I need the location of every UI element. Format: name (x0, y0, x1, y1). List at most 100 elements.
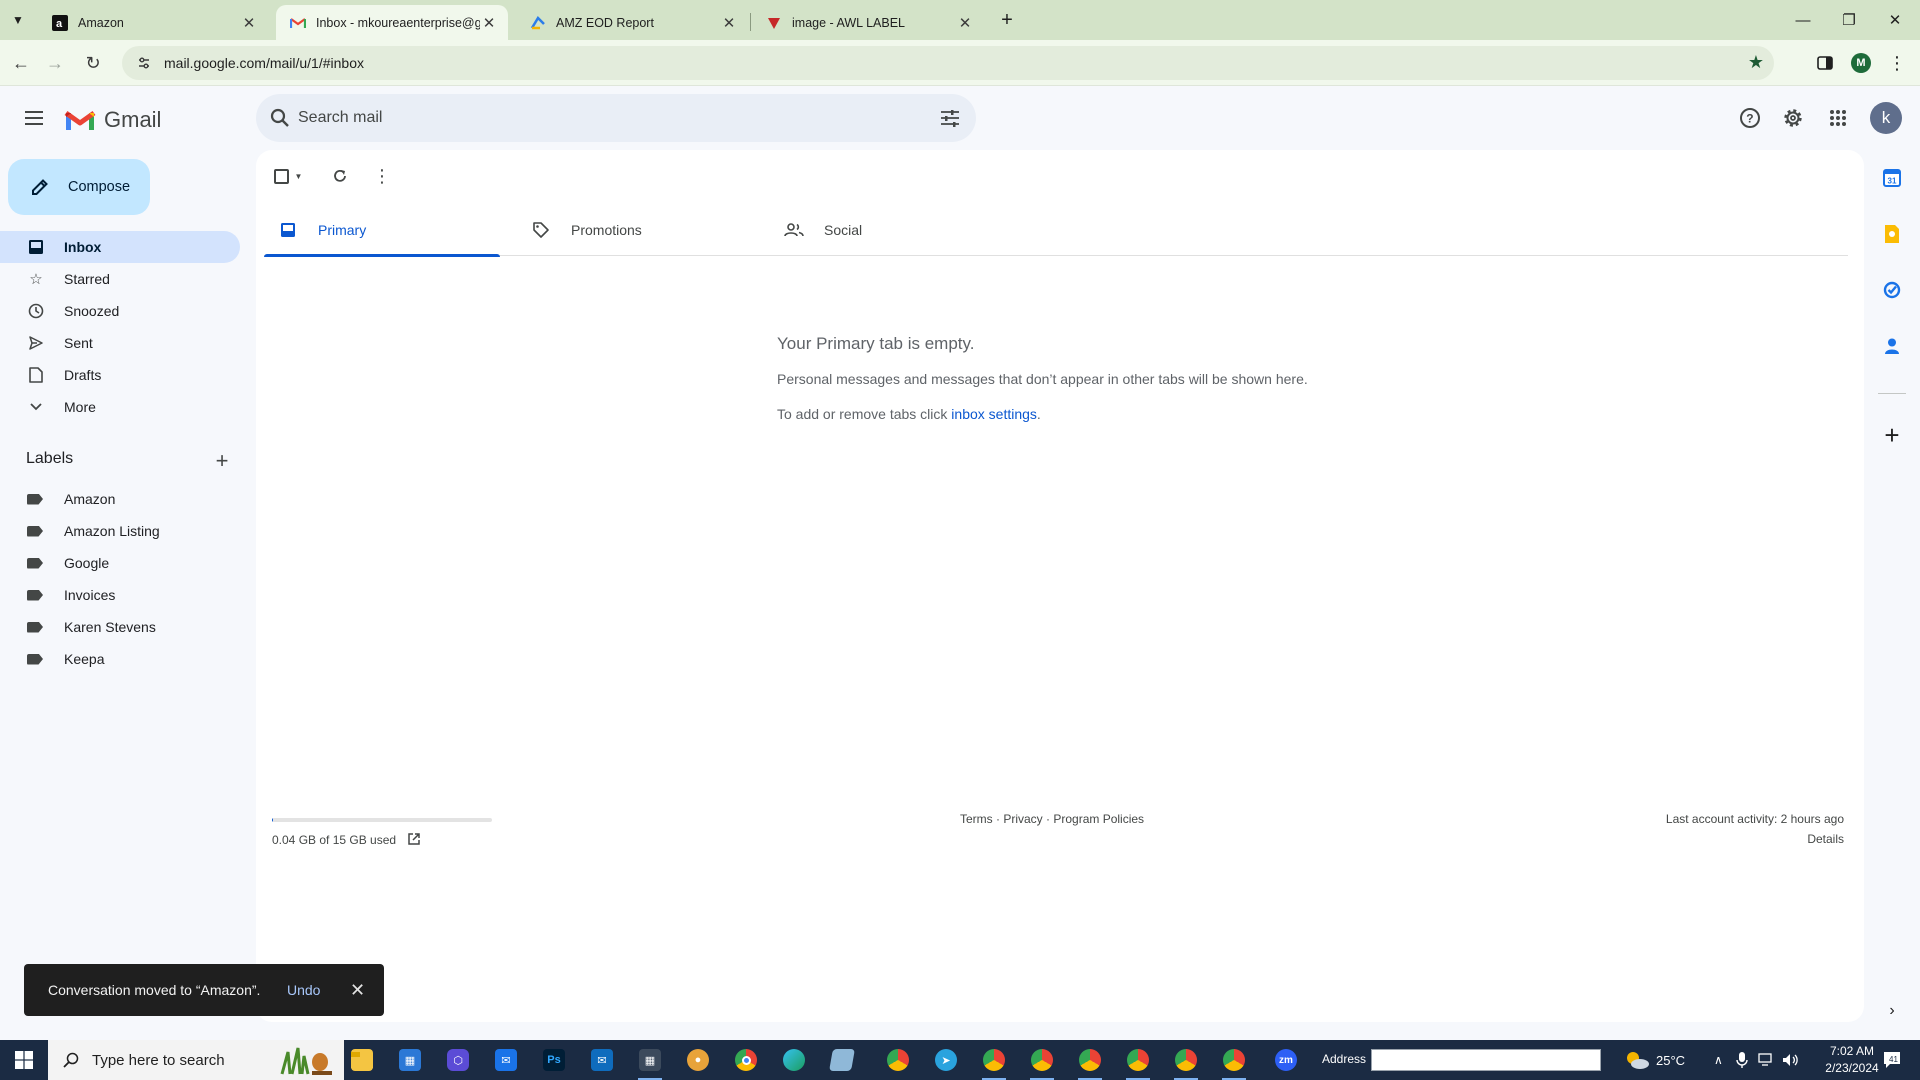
search-options-icon[interactable] (938, 106, 962, 130)
refresh-icon[interactable] (326, 162, 354, 190)
details-link[interactable]: Details (1807, 832, 1844, 846)
bookmark-star-icon[interactable]: ★ (1748, 52, 1764, 73)
new-tab-plus-icon[interactable]: + (995, 8, 1019, 32)
more-actions-icon[interactable]: ⋮ (368, 162, 396, 190)
close-tab-icon[interactable]: ✕ (240, 14, 258, 32)
sidebar-item-more[interactable]: More (0, 391, 240, 423)
chrome-profile-m-icon[interactable] (1070, 1044, 1110, 1080)
help-icon[interactable]: ? (1736, 104, 1764, 132)
calendar-icon[interactable]: 31 (1878, 164, 1906, 192)
chrome-icon[interactable] (726, 1044, 766, 1076)
reload-icon[interactable]: ↻ (80, 50, 106, 76)
taskbar-search-box[interactable]: Type here to search (48, 1040, 344, 1080)
search-icon[interactable] (268, 106, 292, 130)
keep-icon[interactable] (1878, 220, 1906, 248)
create-label-plus-icon[interactable]: + (210, 448, 234, 473)
notification-center-icon[interactable]: 41 (1882, 1040, 1904, 1080)
restore-icon[interactable]: ❐ (1826, 0, 1872, 40)
tasks-icon[interactable] (1878, 276, 1906, 304)
tab-promotions[interactable]: Promotions (517, 204, 753, 256)
microsoft-store-icon[interactable]: ▦ (390, 1044, 430, 1076)
close-tab-icon[interactable]: ✕ (956, 14, 974, 32)
terms-link[interactable]: Terms (960, 812, 993, 826)
sidebar-item-starred[interactable]: ☆ Starred (0, 263, 240, 295)
undo-button[interactable]: Undo (287, 982, 320, 998)
label-name: Amazon Listing (64, 523, 160, 539)
gmail-logo[interactable]: Gmail (64, 107, 161, 133)
paint-app-icon[interactable]: ● (678, 1044, 718, 1076)
sidebar-item-sent[interactable]: Sent (0, 327, 240, 359)
minimize-icon[interactable]: — (1780, 0, 1826, 40)
label-item-google[interactable]: Google (0, 547, 240, 579)
windows-taskbar: Type here to search ▦ ⬡ ✉ Ps ✉ ▦ ● ➤ zm … (0, 1040, 1920, 1080)
system-clock[interactable]: 7:02 AM 2/23/2024 (1812, 1043, 1892, 1077)
search-input[interactable] (298, 104, 858, 132)
open-in-new-icon[interactable] (404, 829, 424, 849)
chrome-profile-m-icon[interactable] (974, 1044, 1014, 1080)
caret-down-icon[interactable]: ▼ (295, 172, 303, 181)
copilot-app-icon[interactable]: ⬡ (438, 1044, 478, 1076)
edge-icon[interactable] (774, 1044, 814, 1076)
program-policies-link[interactable]: Program Policies (1053, 812, 1144, 826)
zoom-app-icon[interactable]: zm (1266, 1044, 1306, 1076)
label-item-amazon-listing[interactable]: Amazon Listing (0, 515, 240, 547)
mail-app-icon[interactable]: ✉ (582, 1044, 622, 1076)
inbox-settings-link[interactable]: inbox settings (951, 406, 1037, 422)
windows-start-icon[interactable] (0, 1040, 48, 1080)
microphone-icon[interactable] (1736, 1040, 1748, 1080)
close-window-icon[interactable]: ✕ (1872, 0, 1918, 40)
tab-primary[interactable]: Primary (264, 204, 500, 257)
browser-tab-awl-label[interactable]: image - AWL LABEL ✕ (752, 5, 984, 40)
browser-tab-gmail[interactable]: Inbox - mkoureaenterprise@gm ✕ (276, 5, 508, 40)
browser-tab-amz-eod-report[interactable]: AMZ EOD Report ✕ (516, 5, 748, 40)
label-item-amazon[interactable]: Amazon (0, 483, 240, 515)
browser-tab-amazon[interactable]: a Amazon ✕ (38, 5, 268, 40)
outlook-app-icon[interactable]: ✉ (486, 1044, 526, 1076)
sidebar-item-drafts[interactable]: Drafts (0, 359, 240, 391)
empty-state-hint-suffix: . (1036, 406, 1041, 422)
account-avatar[interactable]: k (1870, 102, 1902, 134)
privacy-link[interactable]: Privacy (1003, 812, 1042, 826)
google-apps-grid-icon[interactable] (1824, 104, 1852, 132)
file-explorer-icon[interactable] (342, 1044, 382, 1076)
sidebar-item-snoozed[interactable]: Snoozed (0, 295, 240, 327)
profile-avatar[interactable]: M (1848, 50, 1874, 76)
compose-button[interactable]: Compose (8, 159, 150, 215)
chrome-badge-app-icon[interactable] (878, 1044, 918, 1076)
chrome-profile-m-icon[interactable] (1022, 1044, 1062, 1080)
telegram-icon[interactable]: ➤ (926, 1044, 966, 1076)
label-item-karen-stevens[interactable]: Karen Stevens (0, 611, 240, 643)
hide-side-panel-chevron-icon[interactable]: › (1878, 997, 1906, 1025)
contacts-icon[interactable] (1878, 332, 1906, 360)
label-item-keepa[interactable]: Keepa (0, 643, 240, 675)
chrome-profile-m-icon[interactable] (1118, 1044, 1158, 1080)
notepad-app-icon[interactable] (822, 1044, 862, 1076)
close-tab-icon[interactable]: ✕ (720, 14, 738, 32)
calculator-icon[interactable]: ▦ (630, 1044, 670, 1080)
settings-gear-icon[interactable] (1779, 104, 1807, 132)
get-addons-plus-icon[interactable]: + (1878, 420, 1906, 450)
network-icon[interactable] (1758, 1040, 1776, 1080)
address-bar[interactable]: mail.google.com/mail/u/1/#inbox ★ (122, 46, 1774, 80)
weather-sun-cloud-icon (1627, 1052, 1649, 1069)
close-icon[interactable]: ✕ (350, 980, 365, 1001)
tab-search-chevron-icon[interactable]: ▼ (6, 8, 30, 32)
address-toolbar-input[interactable] (1371, 1049, 1601, 1071)
side-panel-icon[interactable] (1812, 50, 1838, 76)
volume-icon[interactable] (1782, 1040, 1800, 1080)
browser-menu-icon[interactable]: ⋮ (1884, 50, 1910, 76)
select-all-checkbox[interactable]: ▼ (268, 162, 308, 190)
photoshop-icon[interactable]: Ps (534, 1044, 574, 1076)
sidebar-item-inbox[interactable]: Inbox (0, 231, 240, 263)
show-hidden-icons-chevron-icon[interactable]: ∧ (1714, 1040, 1723, 1080)
back-arrow-icon[interactable]: ← (8, 50, 34, 76)
weather-widget[interactable]: 25°C (1624, 1040, 1685, 1080)
label-item-invoices[interactable]: Invoices (0, 579, 240, 611)
close-tab-icon[interactable]: ✕ (480, 14, 498, 32)
chrome-profile-m-icon[interactable] (1214, 1044, 1254, 1080)
chrome-profile-m-icon[interactable] (1166, 1044, 1206, 1080)
site-info-icon[interactable] (136, 55, 152, 71)
tab-social[interactable]: Social (770, 204, 1006, 256)
main-menu-icon[interactable] (20, 104, 48, 132)
forward-arrow-icon[interactable]: → (42, 50, 68, 76)
